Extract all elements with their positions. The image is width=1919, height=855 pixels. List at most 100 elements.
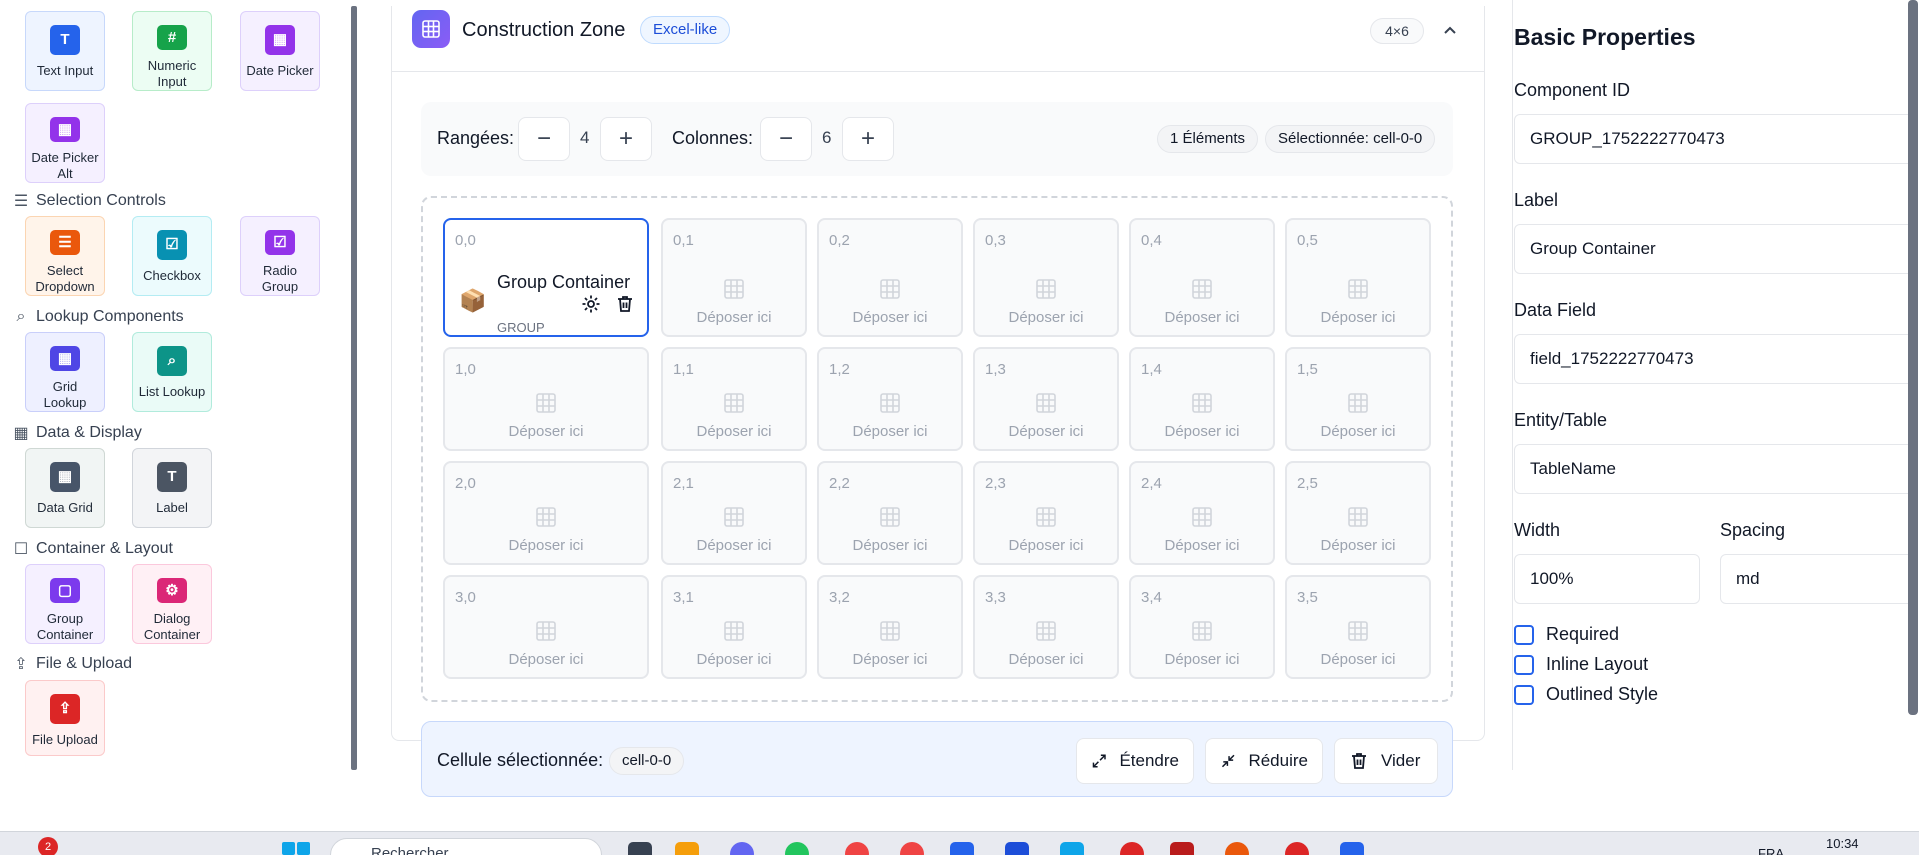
drop-here-text: Déposer ici <box>1008 309 1084 326</box>
grid-cell[interactable]: 0,3 Déposer ici <box>973 218 1119 337</box>
grid-cell[interactable]: 2,5 Déposer ici <box>1285 461 1431 565</box>
palette-item-text-input[interactable]: T Text Input <box>25 11 105 91</box>
grid-cell[interactable]: 3,5 Déposer ici <box>1285 575 1431 679</box>
width-input[interactable] <box>1514 554 1700 604</box>
outlined-style-checkbox[interactable] <box>1514 684 1534 705</box>
grid-cell[interactable]: 3,2 Déposer ici <box>817 575 963 679</box>
gear-icon[interactable] <box>581 294 601 314</box>
inline-layout-checkbox[interactable] <box>1514 654 1534 675</box>
trash-icon <box>1352 753 1366 769</box>
square-icon: ▢ <box>50 578 80 603</box>
calendar-icon[interactable] <box>1060 842 1084 855</box>
taskbar-search[interactable]: Rechercher <box>330 838 602 855</box>
grid-cell[interactable]: 1,1 Déposer ici <box>661 347 807 451</box>
palette-item-checkbox[interactable]: ☑ Checkbox <box>132 216 212 296</box>
drop-here-text: Déposer ici <box>852 423 928 440</box>
grid-cell[interactable]: 2,0 Déposer ici <box>443 461 649 565</box>
cell-coordinate: 2,2 <box>829 475 850 492</box>
grid-cell[interactable]: 3,1 Déposer ici <box>661 575 807 679</box>
shrink-label: Réduire <box>1248 751 1308 770</box>
pdf-icon[interactable] <box>1170 842 1194 855</box>
required-checkbox[interactable] <box>1514 624 1534 645</box>
drop-here-text: Déposer ici <box>852 309 928 326</box>
outlined-style-option[interactable]: Outlined Style <box>1514 684 1658 705</box>
grid-icon: ▦ <box>13 425 29 442</box>
columns-decrement-button[interactable]: − <box>760 117 812 161</box>
palette-item-select-dropdown[interactable]: ☰ Select Dropdown <box>25 216 105 296</box>
columns-increment-button[interactable]: + <box>842 117 894 161</box>
component-id-input[interactable] <box>1514 114 1914 164</box>
list-icon: ☰ <box>13 193 29 210</box>
grid-cell[interactable]: 2,3 Déposer ici <box>973 461 1119 565</box>
required-label: Required <box>1546 624 1620 644</box>
grid-cell[interactable]: 3,3 Déposer ici <box>973 575 1119 679</box>
palette-item-radio-group[interactable]: ☑ Radio Group <box>240 216 320 296</box>
list-icon: ☰ <box>50 230 80 255</box>
grid-cell[interactable]: 0,2 Déposer ici <box>817 218 963 337</box>
required-option[interactable]: Required <box>1514 624 1619 645</box>
grid-icon <box>1190 277 1214 301</box>
palette-item-list-lookup[interactable]: ⌕ List Lookup <box>132 332 212 412</box>
spacing-input[interactable] <box>1720 554 1914 604</box>
palette-item-label: Date Picker <box>246 63 314 78</box>
grid-cell[interactable]: 0,1 Déposer ici <box>661 218 807 337</box>
drop-here-text: Déposer ici <box>1008 423 1084 440</box>
grid-icon <box>722 277 746 301</box>
radio-icon: ☑ <box>265 230 295 255</box>
palette-item-label: Date Picker Alt <box>31 150 99 181</box>
grid-cell[interactable]: 0,0 📦 Group Container GROUP <box>443 218 649 337</box>
search-icon: ⌕ <box>157 346 187 376</box>
clock[interactable]: 10:34 <box>1826 836 1859 851</box>
grid-cell[interactable]: 0,4 Déposer ici <box>1129 218 1275 337</box>
grid-cell[interactable]: 2,4 Déposer ici <box>1129 461 1275 565</box>
grid-cell[interactable]: 3,4 Déposer ici <box>1129 575 1275 679</box>
grid-cell[interactable]: 1,3 Déposer ici <box>973 347 1119 451</box>
grid-cell[interactable]: 1,4 Déposer ici <box>1129 347 1275 451</box>
expand-button[interactable]: Étendre <box>1076 738 1194 784</box>
selected-cell-label: Cellule sélectionnée: <box>437 750 604 770</box>
grid-cell[interactable]: 2,2 Déposer ici <box>817 461 963 565</box>
folder-icon[interactable] <box>675 842 699 855</box>
palette-item-data-grid[interactable]: ▦ Data Grid <box>25 448 105 528</box>
label-input[interactable] <box>1514 224 1914 274</box>
palette-item-numeric-input[interactable]: # Numeric Input <box>132 11 212 91</box>
grid-icon <box>878 619 902 643</box>
palette-item-date-picker[interactable]: ▦ Date Picker <box>240 11 320 91</box>
palette-item-group-container[interactable]: ▢ Group Container <box>25 564 105 644</box>
app-icon[interactable] <box>628 842 652 855</box>
palette-item-file-upload[interactable]: ⇪ File Upload <box>25 680 105 756</box>
inline-layout-option[interactable]: Inline Layout <box>1514 654 1648 675</box>
page-scrollbar[interactable] <box>1908 0 1918 715</box>
shrink-button[interactable]: Réduire <box>1205 738 1323 784</box>
palette-item-dialog-container[interactable]: ⚙ Dialog Container <box>132 564 212 644</box>
grid-cell[interactable]: 1,2 Déposer ici <box>817 347 963 451</box>
language-indicator[interactable]: FRA <box>1758 846 1784 855</box>
vscode-icon[interactable] <box>950 842 974 855</box>
panel-resize-handle[interactable] <box>351 6 357 770</box>
drop-here-text: Déposer ici <box>1164 537 1240 554</box>
grid-cell[interactable]: 0,5 Déposer ici <box>1285 218 1431 337</box>
rows-decrement-button[interactable]: − <box>518 117 570 161</box>
grid-cell[interactable]: 1,0 Déposer ici <box>443 347 649 451</box>
palette-item-label-component[interactable]: T Label <box>132 448 212 528</box>
rows-increment-button[interactable]: + <box>600 117 652 161</box>
grid-cell[interactable]: 2,1 Déposer ici <box>661 461 807 565</box>
word-icon[interactable] <box>1005 842 1029 855</box>
palette-item-grid-lookup[interactable]: ▦ Grid Lookup <box>25 332 105 412</box>
drop-here-text: Déposer ici <box>508 537 584 554</box>
square-icon: ☐ <box>13 541 29 558</box>
trash-icon[interactable] <box>615 294 635 314</box>
data-field-input[interactable] <box>1514 334 1914 384</box>
grid-size-badge: 4×6 <box>1370 18 1424 44</box>
grid-cell[interactable]: 3,0 Déposer ici <box>443 575 649 679</box>
drop-here-text: Déposer ici <box>1008 651 1084 668</box>
clear-button[interactable]: Vider <box>1334 738 1438 784</box>
entity-table-input[interactable] <box>1514 444 1914 494</box>
notification-badge[interactable]: 2 <box>38 837 58 855</box>
windows-start-icon[interactable] <box>282 842 310 855</box>
palette-item-date-picker-alt[interactable]: ▦ Date Picker Alt <box>25 103 105 183</box>
chevron-up-icon[interactable] <box>1438 19 1462 43</box>
grid-cell[interactable]: 1,5 Déposer ici <box>1285 347 1431 451</box>
app-icon[interactable] <box>1340 842 1364 855</box>
drop-here-text: Déposer ici <box>508 423 584 440</box>
